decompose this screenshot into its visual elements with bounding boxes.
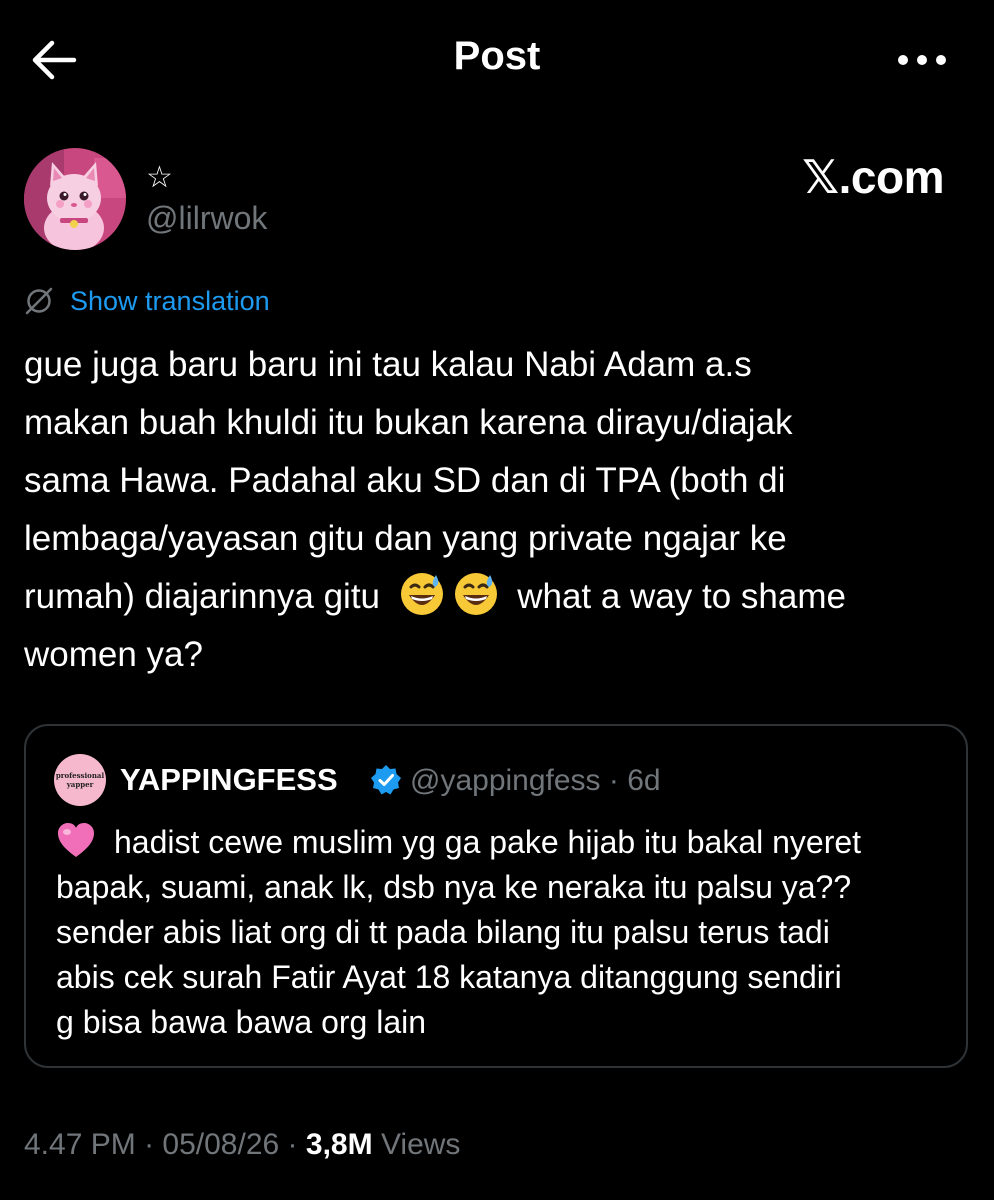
pink-heart-emoji-icon xyxy=(58,823,94,857)
post-line: sama Hawa. Padahal aku SD dan di TPA (bo… xyxy=(24,461,786,500)
grinning-face-with-sweat-emoji-icon xyxy=(455,573,498,615)
views-label: Views xyxy=(380,1128,461,1161)
more-horizontal-icon xyxy=(898,55,946,65)
x-com-watermark: 𝕏.com xyxy=(802,151,944,203)
post-line: women ya? xyxy=(24,635,203,674)
more-options-button[interactable] xyxy=(896,50,948,70)
post-line: what a way to shame xyxy=(517,577,846,616)
post-line-with-emoji: rumah) diajarinnya gitu what a way to sh… xyxy=(24,568,974,626)
grinning-face-with-sweat-emoji-icon xyxy=(401,573,444,615)
quoted-line: bapak, suami, anak lk, dsb nya ke neraka… xyxy=(56,869,852,905)
quoted-line-with-emoji: hadist cewe muslim yg ga pake hijab itu … xyxy=(56,820,956,865)
views-count[interactable]: 3,8M xyxy=(306,1128,373,1161)
post-metadata: 4.47 PM · 05/08/26 · 3,8M Views xyxy=(24,1128,460,1162)
post-line: rumah) diajarinnya gitu xyxy=(24,577,381,616)
author-display-name[interactable]: ☆ xyxy=(146,160,173,195)
quoted-author-avatar[interactable]: professional yapper xyxy=(54,754,106,806)
quoted-line: hadist cewe muslim yg ga pake hijab itu … xyxy=(114,824,862,860)
post-line: lembaga/yayasan gitu dan yang private ng… xyxy=(24,519,787,558)
show-translation-button[interactable]: Show translation xyxy=(24,284,270,318)
quoted-line: sender abis liat org di tt pada bilang i… xyxy=(56,914,830,950)
author-avatar[interactable] xyxy=(24,148,126,250)
top-bar: Post xyxy=(0,0,994,120)
quoted-post-card[interactable]: professional yapper YAPPINGFESS @yapping… xyxy=(24,724,968,1068)
quoted-line: g bisa bawa bawa org lain xyxy=(56,1004,427,1040)
author-handle[interactable]: @lilrwok xyxy=(146,200,267,237)
post-line: gue juga baru baru ini tau kalau Nabi Ad… xyxy=(24,345,752,384)
verified-badge-icon xyxy=(371,765,401,795)
quoted-avatar-text: professional xyxy=(55,771,105,780)
page-title: Post xyxy=(453,34,541,78)
show-translation-label: Show translation xyxy=(70,285,270,316)
post-date[interactable]: 05/08/26 xyxy=(162,1128,279,1161)
quoted-avatar-text: yapper xyxy=(66,780,94,789)
separator: · xyxy=(287,1128,298,1161)
separator: · xyxy=(144,1128,155,1161)
quoted-handle-and-time: @yappingfess · 6d xyxy=(410,764,661,797)
quoted-author-name[interactable]: YAPPINGFESS xyxy=(120,762,338,798)
quoted-post-text: hadist cewe muslim yg ga pake hijab itu … xyxy=(56,820,956,1045)
pink-cat-avatar-icon xyxy=(24,148,126,250)
translate-globe-icon xyxy=(25,287,53,315)
post-time[interactable]: 4.47 PM xyxy=(24,1128,136,1161)
post-text: gue juga baru baru ini tau kalau Nabi Ad… xyxy=(24,336,974,684)
post-line: makan buah khuldi itu bukan karena diray… xyxy=(24,403,793,442)
quoted-line: abis cek surah Fatir Ayat 18 katanya dit… xyxy=(56,959,842,995)
